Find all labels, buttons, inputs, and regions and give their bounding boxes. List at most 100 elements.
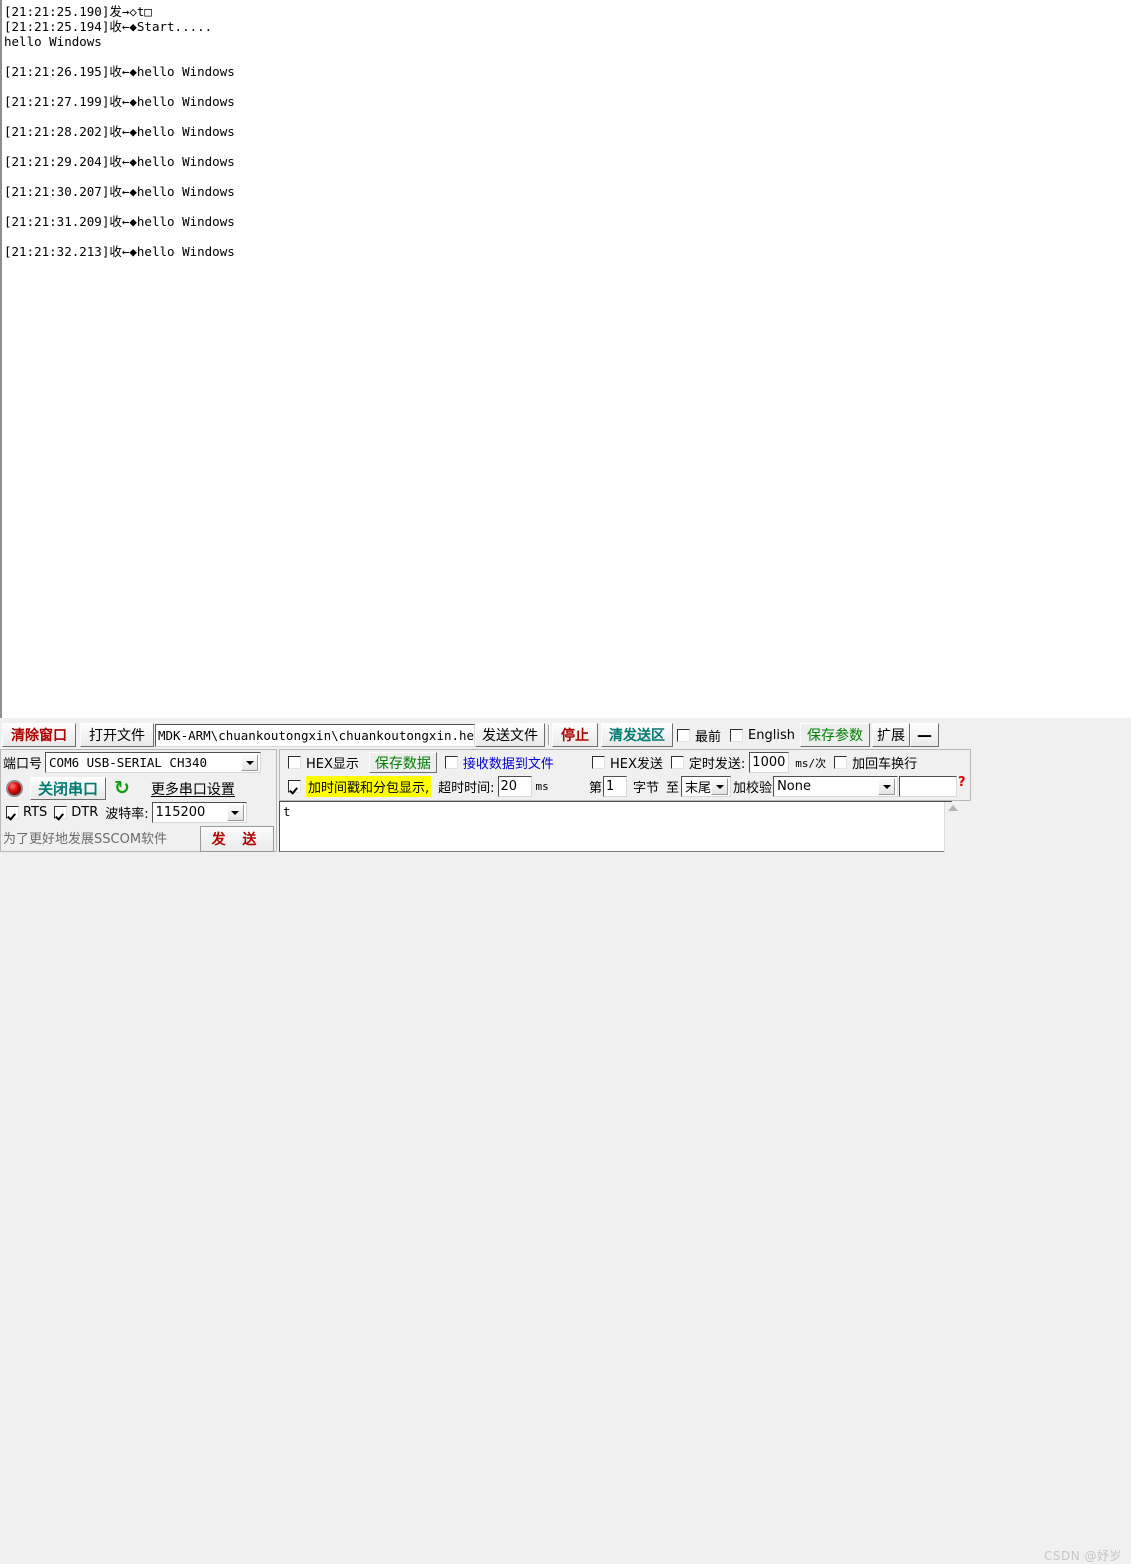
topmost-checkbox[interactable]	[677, 728, 690, 742]
refresh-ports-icon[interactable]: ↻	[114, 779, 130, 798]
port-select-row: 端口号 COM6 USB-SERIAL CH340	[3, 752, 262, 773]
recv-to-file-checkbox[interactable]	[444, 756, 458, 769]
receive-log-line: [21:21:30.207]收←◆hello Windows	[4, 184, 235, 199]
byte-end-combobox[interactable]: 末尾	[681, 776, 732, 797]
clear-window-button[interactable]: 清除窗口	[2, 723, 76, 747]
sscom-serial-tool-window: [21:21:25.190]发→◇t□ [21:21:25.194]收←◆Star…	[0, 0, 1131, 1563]
byte-from-value: 1	[606, 779, 615, 794]
file-path-field[interactable]: MDK-ARM\chuankoutongxin\chuankoutongxin.…	[155, 723, 475, 747]
crlf-label: 加回车换行	[852, 757, 918, 772]
hex-send-checkbox[interactable]	[592, 756, 605, 769]
dtr-checkbox[interactable]	[54, 806, 68, 819]
timestamp-label: 加时间戳和分包显示,	[306, 776, 432, 797]
chevron-down-icon[interactable]	[226, 804, 244, 821]
checksum-label: 加校验	[733, 781, 773, 796]
send-area-scrollbar[interactable]	[944, 802, 961, 852]
open-file-button[interactable]: 打开文件	[80, 723, 154, 747]
checksum-value: None	[777, 779, 811, 794]
timeout-input[interactable]: 20	[497, 776, 532, 797]
receive-log-line: [21:21:26.195]收←◆hello Windows	[4, 64, 235, 79]
receive-log-line: hello Windows	[4, 34, 102, 49]
crlf-checkbox[interactable]	[834, 756, 848, 769]
checksum-combobox[interactable]: None	[773, 776, 899, 797]
connection-led-icon	[6, 780, 23, 797]
dtr-label: DTR	[71, 805, 99, 820]
receive-log-spacer	[4, 169, 1131, 184]
byte-to-label: 至	[666, 781, 680, 796]
chevron-down-icon[interactable]	[878, 778, 896, 795]
save-params-label: 保存参数	[806, 728, 863, 744]
baud-value: 115200	[155, 805, 206, 820]
promo-text: 为了更好地发展SSCOM软件	[3, 832, 168, 847]
checksum-result-field[interactable]	[899, 776, 958, 797]
rts-label: RTS	[23, 805, 48, 820]
extend-button[interactable]: 扩展	[871, 723, 910, 747]
receive-text-area[interactable]: [21:21:25.190]发→◇t□ [21:21:25.194]收←◆Star…	[0, 0, 1131, 718]
receive-log-line: [21:21:32.213]收←◆hello Windows	[4, 244, 235, 259]
close-port-button[interactable]: 关闭串口	[30, 777, 107, 800]
baud-combobox[interactable]: 115200	[151, 802, 247, 823]
flow-control-row: RTS DTR 波特率: 115200	[6, 802, 247, 823]
send-button-label: 发 送	[211, 832, 263, 848]
clear-send-button[interactable]: 清发送区	[601, 723, 673, 747]
receive-log-line: [21:21:25.190]发→◇t□	[4, 4, 152, 19]
send-button[interactable]: 发 送	[200, 826, 274, 852]
timestamp-checkbox[interactable]	[288, 780, 301, 793]
receive-log-spacer	[4, 49, 1131, 64]
save-data-button[interactable]: 保存数据	[368, 752, 437, 773]
topmost-label: 最前	[695, 729, 722, 745]
receive-log-spacer	[4, 139, 1131, 154]
recv-to-file-label: 接收数据到文件	[462, 757, 554, 772]
send-file-label: 发送文件	[482, 728, 538, 744]
port-label: 端口号	[3, 757, 43, 772]
chevron-down-icon[interactable]	[241, 754, 259, 771]
minimize-button[interactable]: —	[909, 723, 939, 747]
send-text-value: t	[283, 804, 291, 819]
receive-log-line: [21:21:29.204]收←◆hello Windows	[4, 154, 235, 169]
rts-checkbox[interactable]	[6, 806, 19, 819]
hex-send-label: HEX发送	[610, 757, 663, 772]
english-checkbox[interactable]	[730, 728, 744, 742]
send-options-row: HEX发送 定时发送: 1000 ms/次 加回车换行	[592, 752, 917, 773]
open-file-label: 打开文件	[89, 728, 145, 744]
more-port-settings-button[interactable]: 更多串口设置	[147, 778, 239, 800]
main-toolbar: 清除窗口 打开文件 MDK-ARM\chuankoutongxin\chuank…	[2, 722, 939, 748]
receive-log-line: [21:21:28.202]收←◆hello Windows	[4, 124, 235, 139]
timed-send-checkbox[interactable]	[670, 756, 684, 769]
control-panel: 清除窗口 打开文件 MDK-ARM\chuankoutongxin\chuank…	[0, 718, 1131, 1563]
timed-send-label: 定时发送:	[688, 757, 746, 772]
stop-label: 停止	[561, 728, 589, 744]
hex-display-checkbox[interactable]	[288, 756, 301, 769]
send-text-area[interactable]: t	[279, 801, 952, 852]
promo-row: 为了更好地发展SSCOM软件	[3, 828, 167, 847]
timeout-value: 20	[500, 779, 518, 794]
port-action-row: 关闭串口 ↻ 更多串口设置	[6, 777, 239, 800]
timed-interval-input[interactable]: 1000	[749, 752, 790, 773]
watermark-text: CSDN @妤岁	[1044, 1549, 1123, 1563]
receive-log-line: [21:21:25.194]收←◆Start.....	[4, 19, 213, 34]
timeout-unit-label: ms	[535, 780, 549, 793]
save-params-button[interactable]: 保存参数	[799, 723, 870, 747]
close-port-label: 关闭串口	[38, 780, 99, 798]
byte-end-value: 末尾	[685, 781, 712, 796]
chevron-down-icon[interactable]	[711, 778, 729, 795]
hex-display-label: HEX显示	[306, 757, 359, 772]
scroll-up-icon[interactable]	[948, 805, 958, 811]
baud-label: 波特率:	[105, 807, 149, 822]
receive-log-spacer	[4, 199, 1131, 214]
receive-log-line: [21:21:31.209]收←◆hello Windows	[4, 214, 235, 229]
byte-from-input[interactable]: 1	[603, 776, 628, 797]
stop-button[interactable]: 停止	[552, 723, 598, 747]
receive-log-lines: [21:21:25.190]发→◇t□ [21:21:25.194]收←◆Star…	[2, 0, 1131, 259]
port-value: COM6 USB-SERIAL CH340	[49, 755, 208, 770]
minimize-label: —	[916, 726, 932, 744]
question-mark-icon[interactable]: ?	[958, 775, 966, 790]
port-combobox[interactable]: COM6 USB-SERIAL CH340	[45, 752, 262, 773]
byte-from-label: 第	[589, 781, 603, 796]
send-file-button[interactable]: 发送文件	[475, 723, 545, 747]
timed-interval-value: 1000	[752, 755, 786, 770]
clear-send-label: 清发送区	[609, 728, 665, 744]
receive-log-spacer	[4, 79, 1131, 94]
save-data-label: 保存数据	[374, 755, 431, 772]
receive-options-row: HEX显示 保存数据 接收数据到文件	[288, 752, 554, 773]
